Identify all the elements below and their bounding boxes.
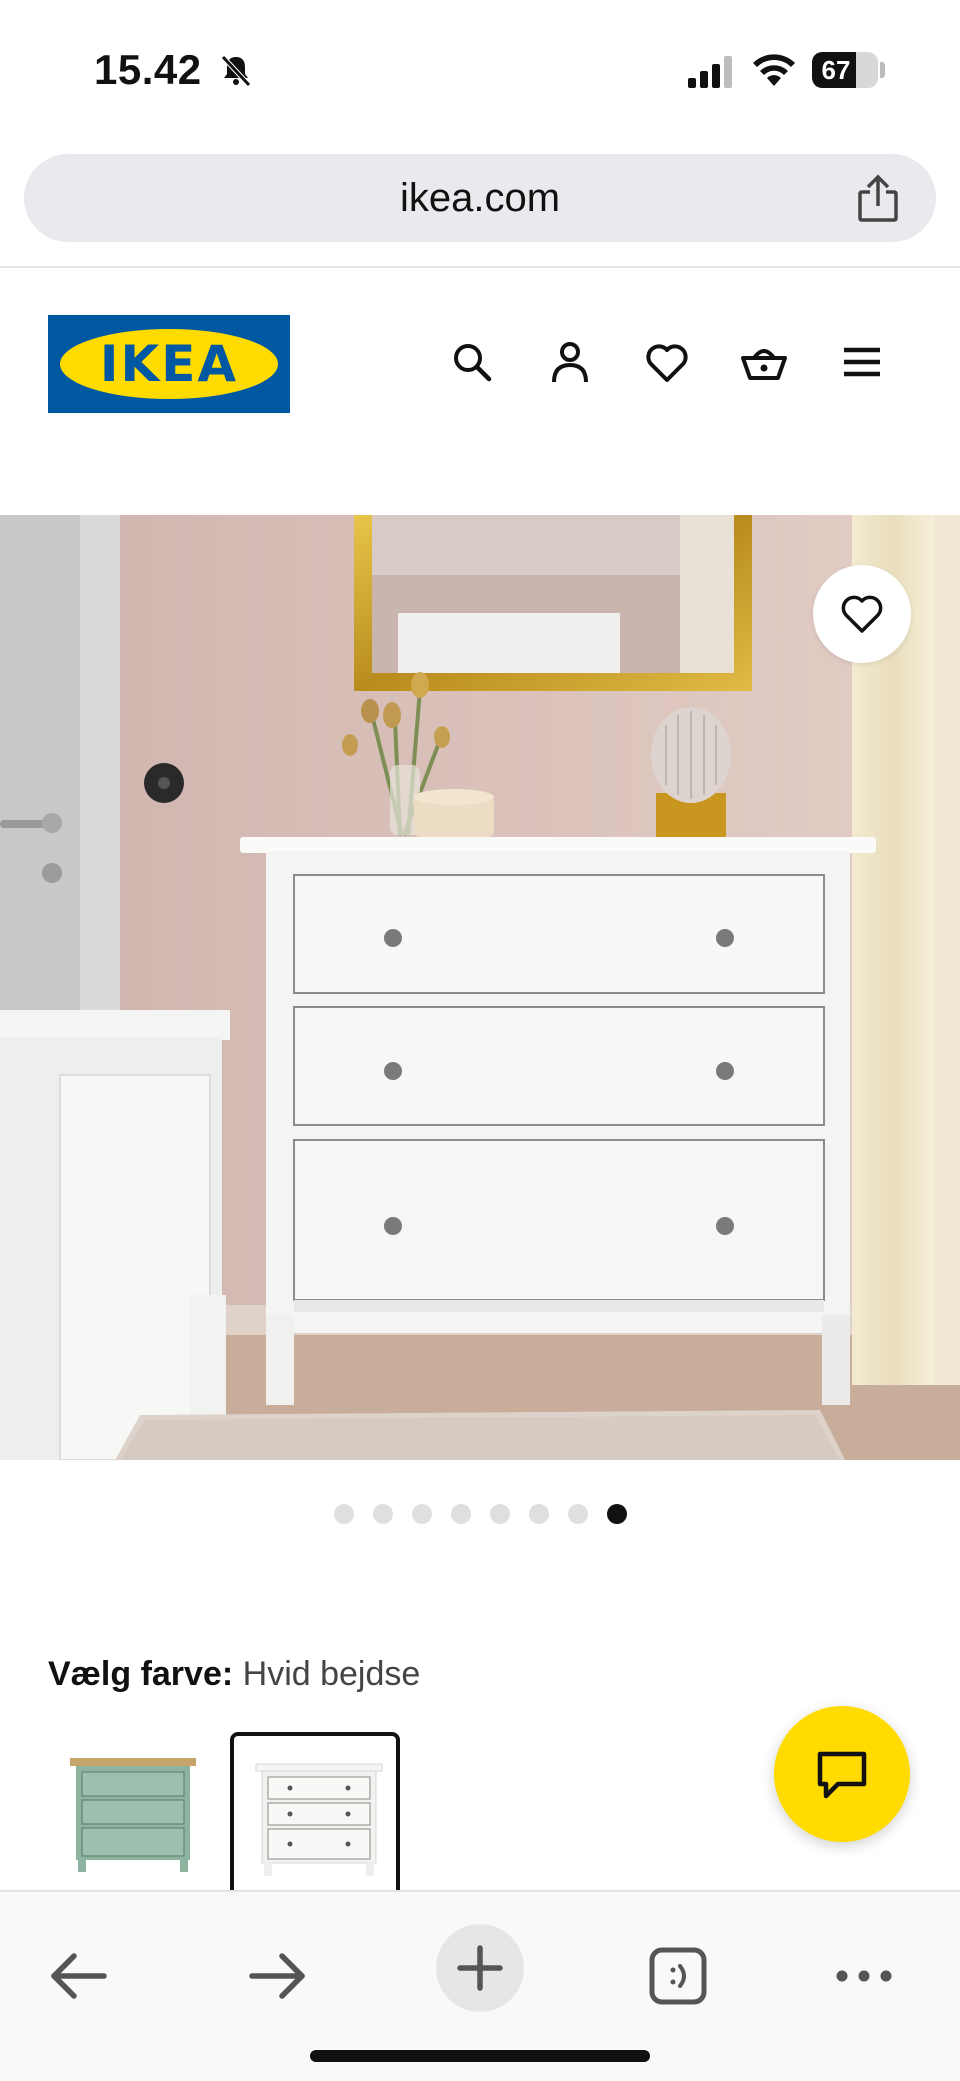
carousel-dot[interactable] <box>528 1504 549 1524</box>
color-swatch-green[interactable] <box>48 1732 218 1890</box>
share-icon[interactable] <box>854 174 902 224</box>
silent-bell-icon <box>221 55 251 87</box>
chat-icon <box>817 1751 867 1799</box>
carousel-dot[interactable] <box>567 1504 588 1524</box>
tabs-icon[interactable] <box>646 1944 710 2008</box>
color-label-key: Vælg farve: <box>48 1655 234 1693</box>
back-arrow-icon[interactable] <box>46 1944 110 2008</box>
carousel-dot-active[interactable] <box>606 1504 627 1524</box>
carousel-dot[interactable] <box>450 1504 471 1524</box>
url-text: ikea.com <box>399 176 561 220</box>
new-tab-button[interactable] <box>436 1924 524 2012</box>
color-swatch-white-stain[interactable] <box>230 1732 400 1890</box>
header-divider <box>0 266 960 268</box>
new-tab-plus-icon <box>457 1945 503 1991</box>
signal-icon <box>688 56 732 88</box>
logo-text: IKEA <box>99 335 239 393</box>
wifi-icon <box>753 54 795 86</box>
menu-icon[interactable] <box>838 338 886 386</box>
color-selector-label: Vælg farve: Hvid bejdse <box>48 1652 420 1696</box>
product-photo <box>0 515 960 1460</box>
status-time: 15.42 <box>94 46 202 93</box>
status-bar: 15.42 67 <box>0 0 960 140</box>
heart-icon[interactable] <box>643 338 691 386</box>
white-chest-thumbnail <box>255 1763 383 1876</box>
account-icon[interactable] <box>546 338 594 386</box>
carousel-dots <box>0 1504 960 1526</box>
green-chest-thumbnail <box>70 1758 196 1872</box>
ikea-logo[interactable]: IKEA <box>48 315 290 413</box>
carousel-dot[interactable] <box>333 1504 354 1524</box>
chat-button[interactable] <box>774 1706 910 1842</box>
home-indicator <box>310 2050 650 2062</box>
address-bar[interactable]: ikea.com <box>24 154 936 242</box>
more-icon[interactable] <box>832 1944 896 2008</box>
selected-color-value: Hvid bejdse <box>242 1655 421 1693</box>
battery-indicator: 67 <box>812 52 878 88</box>
battery-level: 67 <box>821 55 851 85</box>
carousel-dot[interactable] <box>489 1504 510 1524</box>
product-image[interactable] <box>0 515 960 1460</box>
carousel-dot[interactable] <box>372 1504 393 1524</box>
forward-arrow-icon[interactable] <box>246 1944 310 2008</box>
search-icon[interactable] <box>448 338 496 386</box>
basket-icon[interactable] <box>740 338 788 386</box>
battery-nub <box>880 62 885 78</box>
carousel-dot[interactable] <box>411 1504 432 1524</box>
heart-icon <box>841 595 883 633</box>
favorite-button[interactable] <box>813 565 911 663</box>
